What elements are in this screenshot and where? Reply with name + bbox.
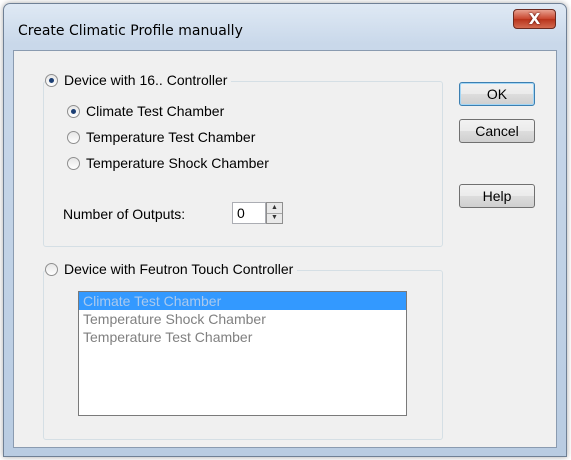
list-item[interactable]: Temperature Shock Chamber: [79, 310, 406, 328]
radio-label: Temperature Test Chamber: [86, 129, 256, 145]
close-icon: X: [528, 10, 541, 28]
list-item[interactable]: Climate Test Chamber: [79, 292, 406, 310]
radio-label: Temperature Shock Chamber: [86, 155, 269, 171]
radio-label: Climate Test Chamber: [86, 103, 225, 119]
spin-down-icon[interactable]: ▼: [267, 213, 282, 223]
number-of-outputs-label: Number of Outputs:: [63, 206, 186, 222]
radio-device-16-controller[interactable]: Device with 16.. Controller: [45, 72, 232, 88]
number-of-outputs-spinner[interactable]: ▲ ▼: [266, 202, 283, 224]
close-button[interactable]: X: [513, 9, 556, 29]
window-title: Create Climatic Profile manually: [18, 23, 243, 39]
radio-climate-test-chamber[interactable]: Climate Test Chamber: [67, 103, 229, 119]
radio-icon: [67, 156, 80, 170]
cancel-button[interactable]: Cancel: [459, 119, 535, 143]
title-bar[interactable]: Create Climatic Profile manually X: [4, 4, 566, 42]
radio-icon: [67, 104, 80, 118]
radio-label: Device with Feutron Touch Controller: [64, 261, 294, 277]
radio-icon: [45, 262, 58, 276]
ok-button[interactable]: OK: [459, 82, 535, 106]
radio-temperature-test-chamber[interactable]: Temperature Test Chamber: [67, 129, 260, 145]
list-item[interactable]: Temperature Test Chamber: [79, 328, 406, 346]
chamber-listbox[interactable]: Climate Test Chamber Temperature Shock C…: [78, 291, 407, 416]
radio-icon: [45, 73, 58, 87]
radio-label: Device with 16.. Controller: [64, 72, 228, 88]
dialog-window: Create Climatic Profile manually X Devic…: [3, 3, 567, 457]
radio-device-feutron-touch[interactable]: Device with Feutron Touch Controller: [45, 261, 298, 277]
radio-icon: [67, 130, 80, 144]
radio-temperature-shock-chamber[interactable]: Temperature Shock Chamber: [67, 155, 273, 171]
help-button[interactable]: Help: [459, 184, 535, 208]
number-of-outputs-input[interactable]: 0: [232, 202, 266, 224]
dialog-client-area: Device with 16.. Controller Climate Test…: [13, 50, 557, 448]
